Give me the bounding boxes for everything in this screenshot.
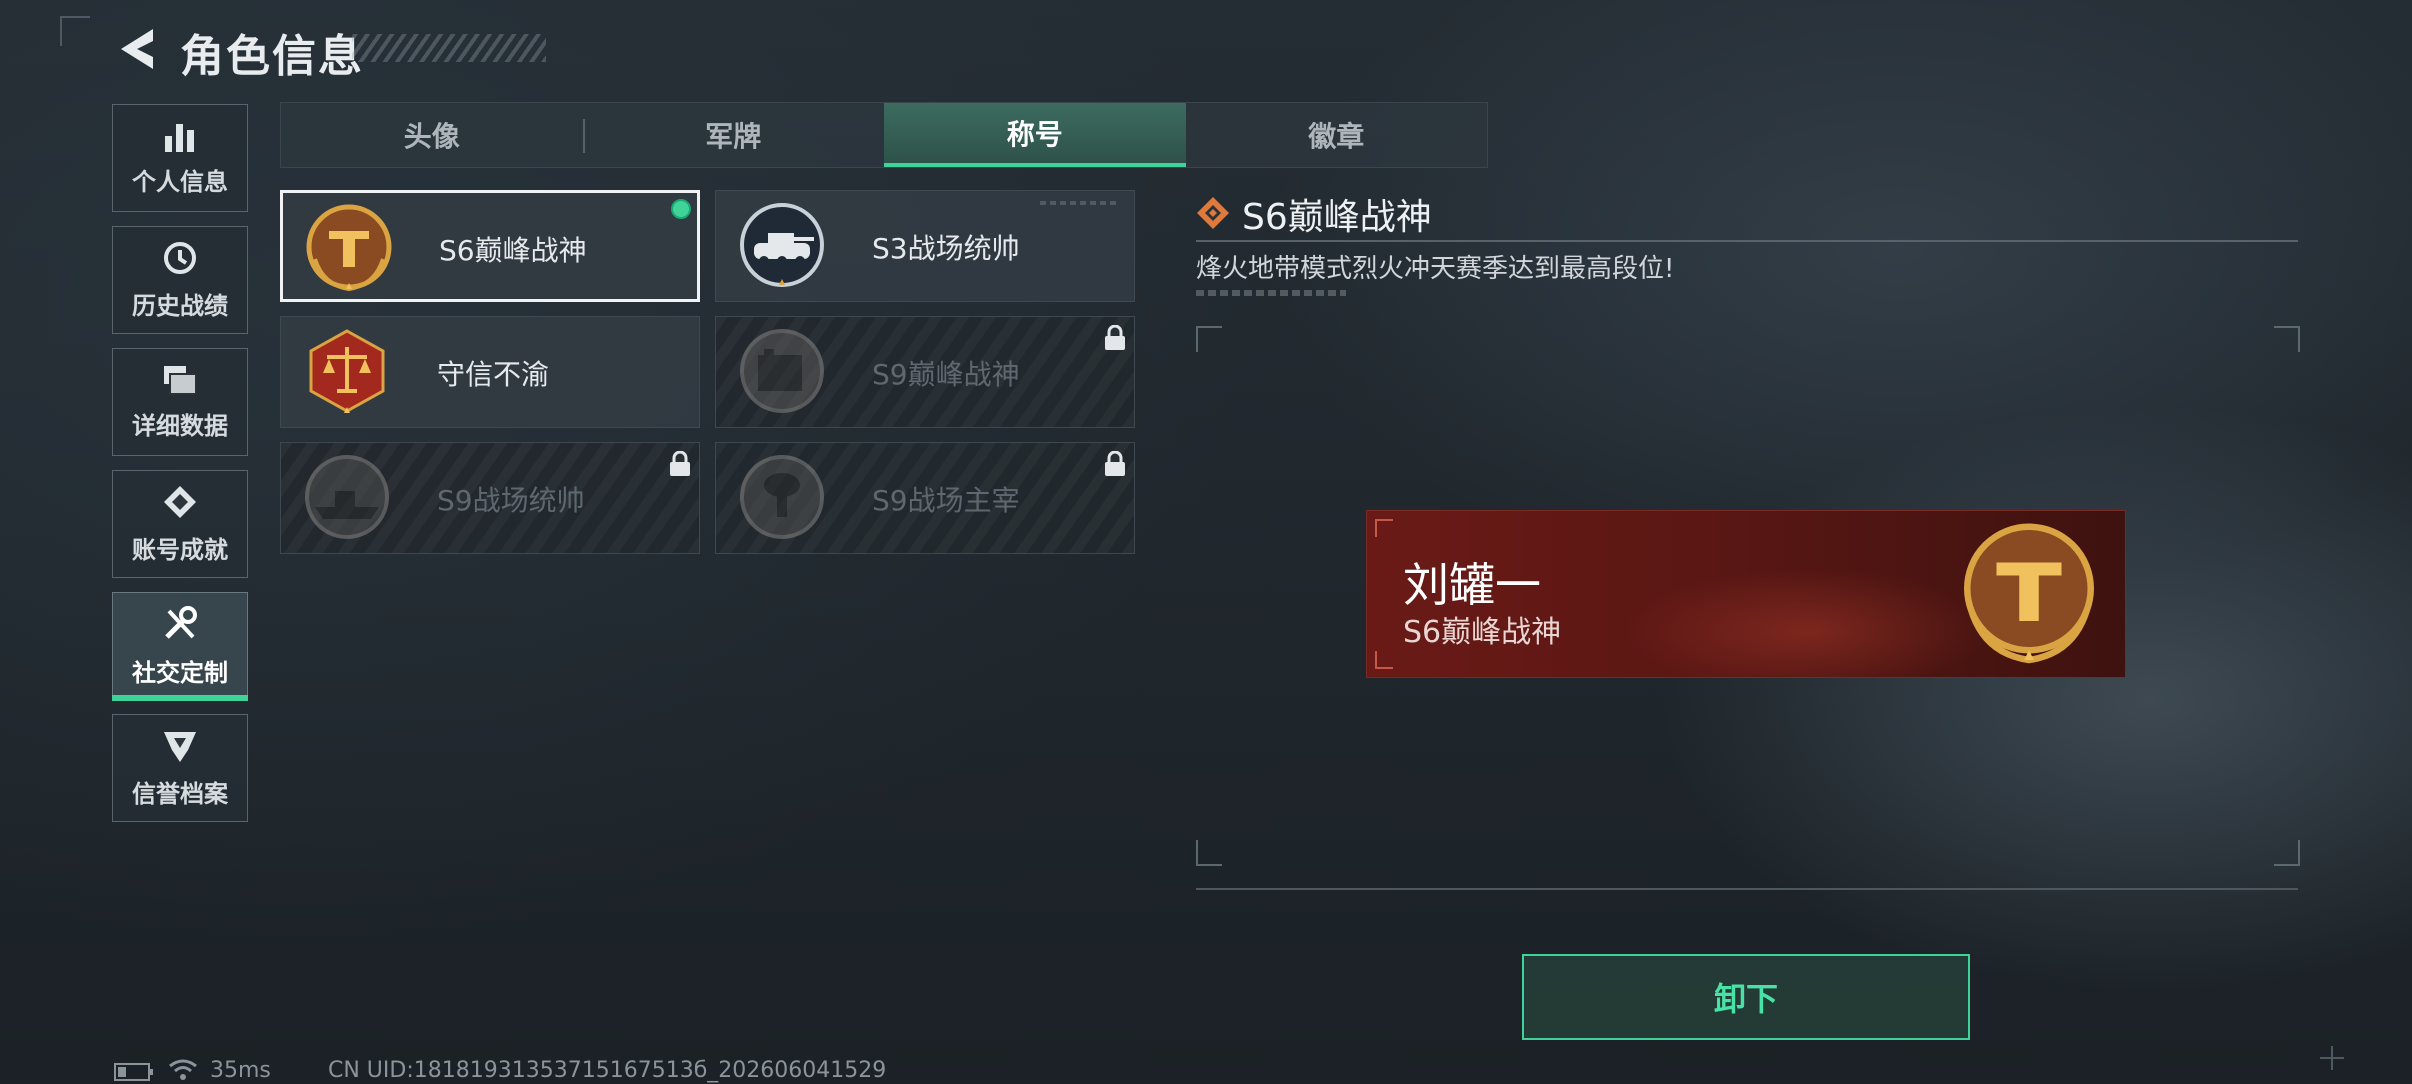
ping-readout: 35ms [210,1058,271,1083]
plus-icon [2320,1046,2344,1070]
title-card-name: S9战场主宰 [872,484,1020,517]
sidebar-item-label: 详细数据 [132,411,228,440]
title-card-s9-peak[interactable]: S9巅峰战神 [715,316,1135,428]
tank-emblem [740,203,824,287]
sidebar-item-history[interactable]: 历史战绩 [112,226,248,334]
tools-icon [165,605,197,639]
decoration-ticks [1196,290,1346,296]
frame-corner [1196,840,1222,866]
back-button[interactable] [112,24,162,74]
golden-t-emblem [306,204,392,292]
lock-icon [1105,451,1125,476]
title-card-name: S6巅峰战神 [439,234,587,267]
title-card-name: S3战场统帅 [872,232,1020,265]
unequip-button[interactable]: 卸下 [1522,954,1970,1040]
warship-emblem [305,455,389,539]
bar-chart-icon [165,123,194,152]
battery-icon [114,1063,153,1081]
title-card-s9-commander[interactable]: S9战场统帅 [280,442,700,554]
frame-corner [2274,840,2300,866]
sidebar-item-detailed-data[interactable]: 详细数据 [112,348,248,456]
detail-title: S6巅峰战神 [1242,197,1432,238]
diamond-title-icon [1197,197,1229,229]
achievement-icon [164,485,196,518]
sidebar-item-achievements[interactable]: 账号成就 [112,470,248,578]
lock-icon [670,451,690,476]
title-card-s3-commander[interactable]: S3战场统帅 [715,190,1135,302]
sidebar-item-label: 信誉档案 [132,779,228,808]
tab-badge[interactable]: 徽章 [1186,103,1488,167]
mushroom-cloud-emblem [740,455,824,539]
tab-bar: 头像 军牌 称号 徽章 [280,102,1488,168]
sidebar-item-credit-record[interactable]: 信誉档案 [112,714,248,822]
active-indicator [112,695,248,701]
sidebar-item-label: 个人信息 [132,167,228,196]
title-decoration [352,34,546,62]
title-card-name: S9巅峰战神 [872,358,1020,391]
preview-title: S6巅峰战神 [1403,615,1562,650]
title-card-name: 守信不渝 [437,358,550,391]
lock-icon [1105,325,1125,350]
equipped-dot [671,199,691,219]
banner-corner [1375,651,1393,669]
sidebar-item-label: 账号成就 [132,535,228,564]
banner-corner [1375,519,1393,537]
credit-shield-icon [164,731,196,762]
sidebar-item-personal-info[interactable]: 个人信息 [112,104,248,212]
tab-title[interactable]: 称号 [884,103,1186,167]
sidebar-item-label: 历史战绩 [132,291,228,320]
frame-corner [1196,326,1222,352]
folder-icon [164,365,197,395]
frame-corner [2274,326,2300,352]
title-card-name: S9战场统帅 [437,484,585,517]
title-card-s9-dominator[interactable]: S9战场主宰 [715,442,1135,554]
tab-avatar[interactable]: 头像 [281,103,583,167]
back-chevron-icon [121,29,153,69]
title-preview-banner: 刘罐一 S6巅峰战神 [1366,510,2126,678]
player-name: 刘罐一 [1403,558,1541,612]
uid-readout: CN UID:18181931353715167513б_20260604152… [328,1058,887,1083]
sidebar-item-social-custom[interactable]: 社交定制 [112,592,248,700]
golden-t-emblem [1964,523,2094,664]
history-clock-icon [164,241,196,274]
frame-corner [60,16,90,46]
wifi-icon [169,1059,197,1080]
card-decoration [1040,201,1120,205]
title-card-keep-faith[interactable]: 守信不渝 [280,316,700,428]
sidebar-item-label: 社交定制 [132,658,228,687]
title-card-s6-peak[interactable]: S6巅峰战神 [280,190,700,302]
scales-emblem [309,329,385,413]
divider [1196,240,2298,242]
page-title: 角色信息 [180,31,364,82]
detail-description: 烽火地带模式烈火冲天赛季达到最高段位! [1196,254,1675,284]
divider [1196,888,2298,890]
fortress-emblem [740,329,824,413]
tab-dog-tag[interactable]: 军牌 [582,103,885,167]
